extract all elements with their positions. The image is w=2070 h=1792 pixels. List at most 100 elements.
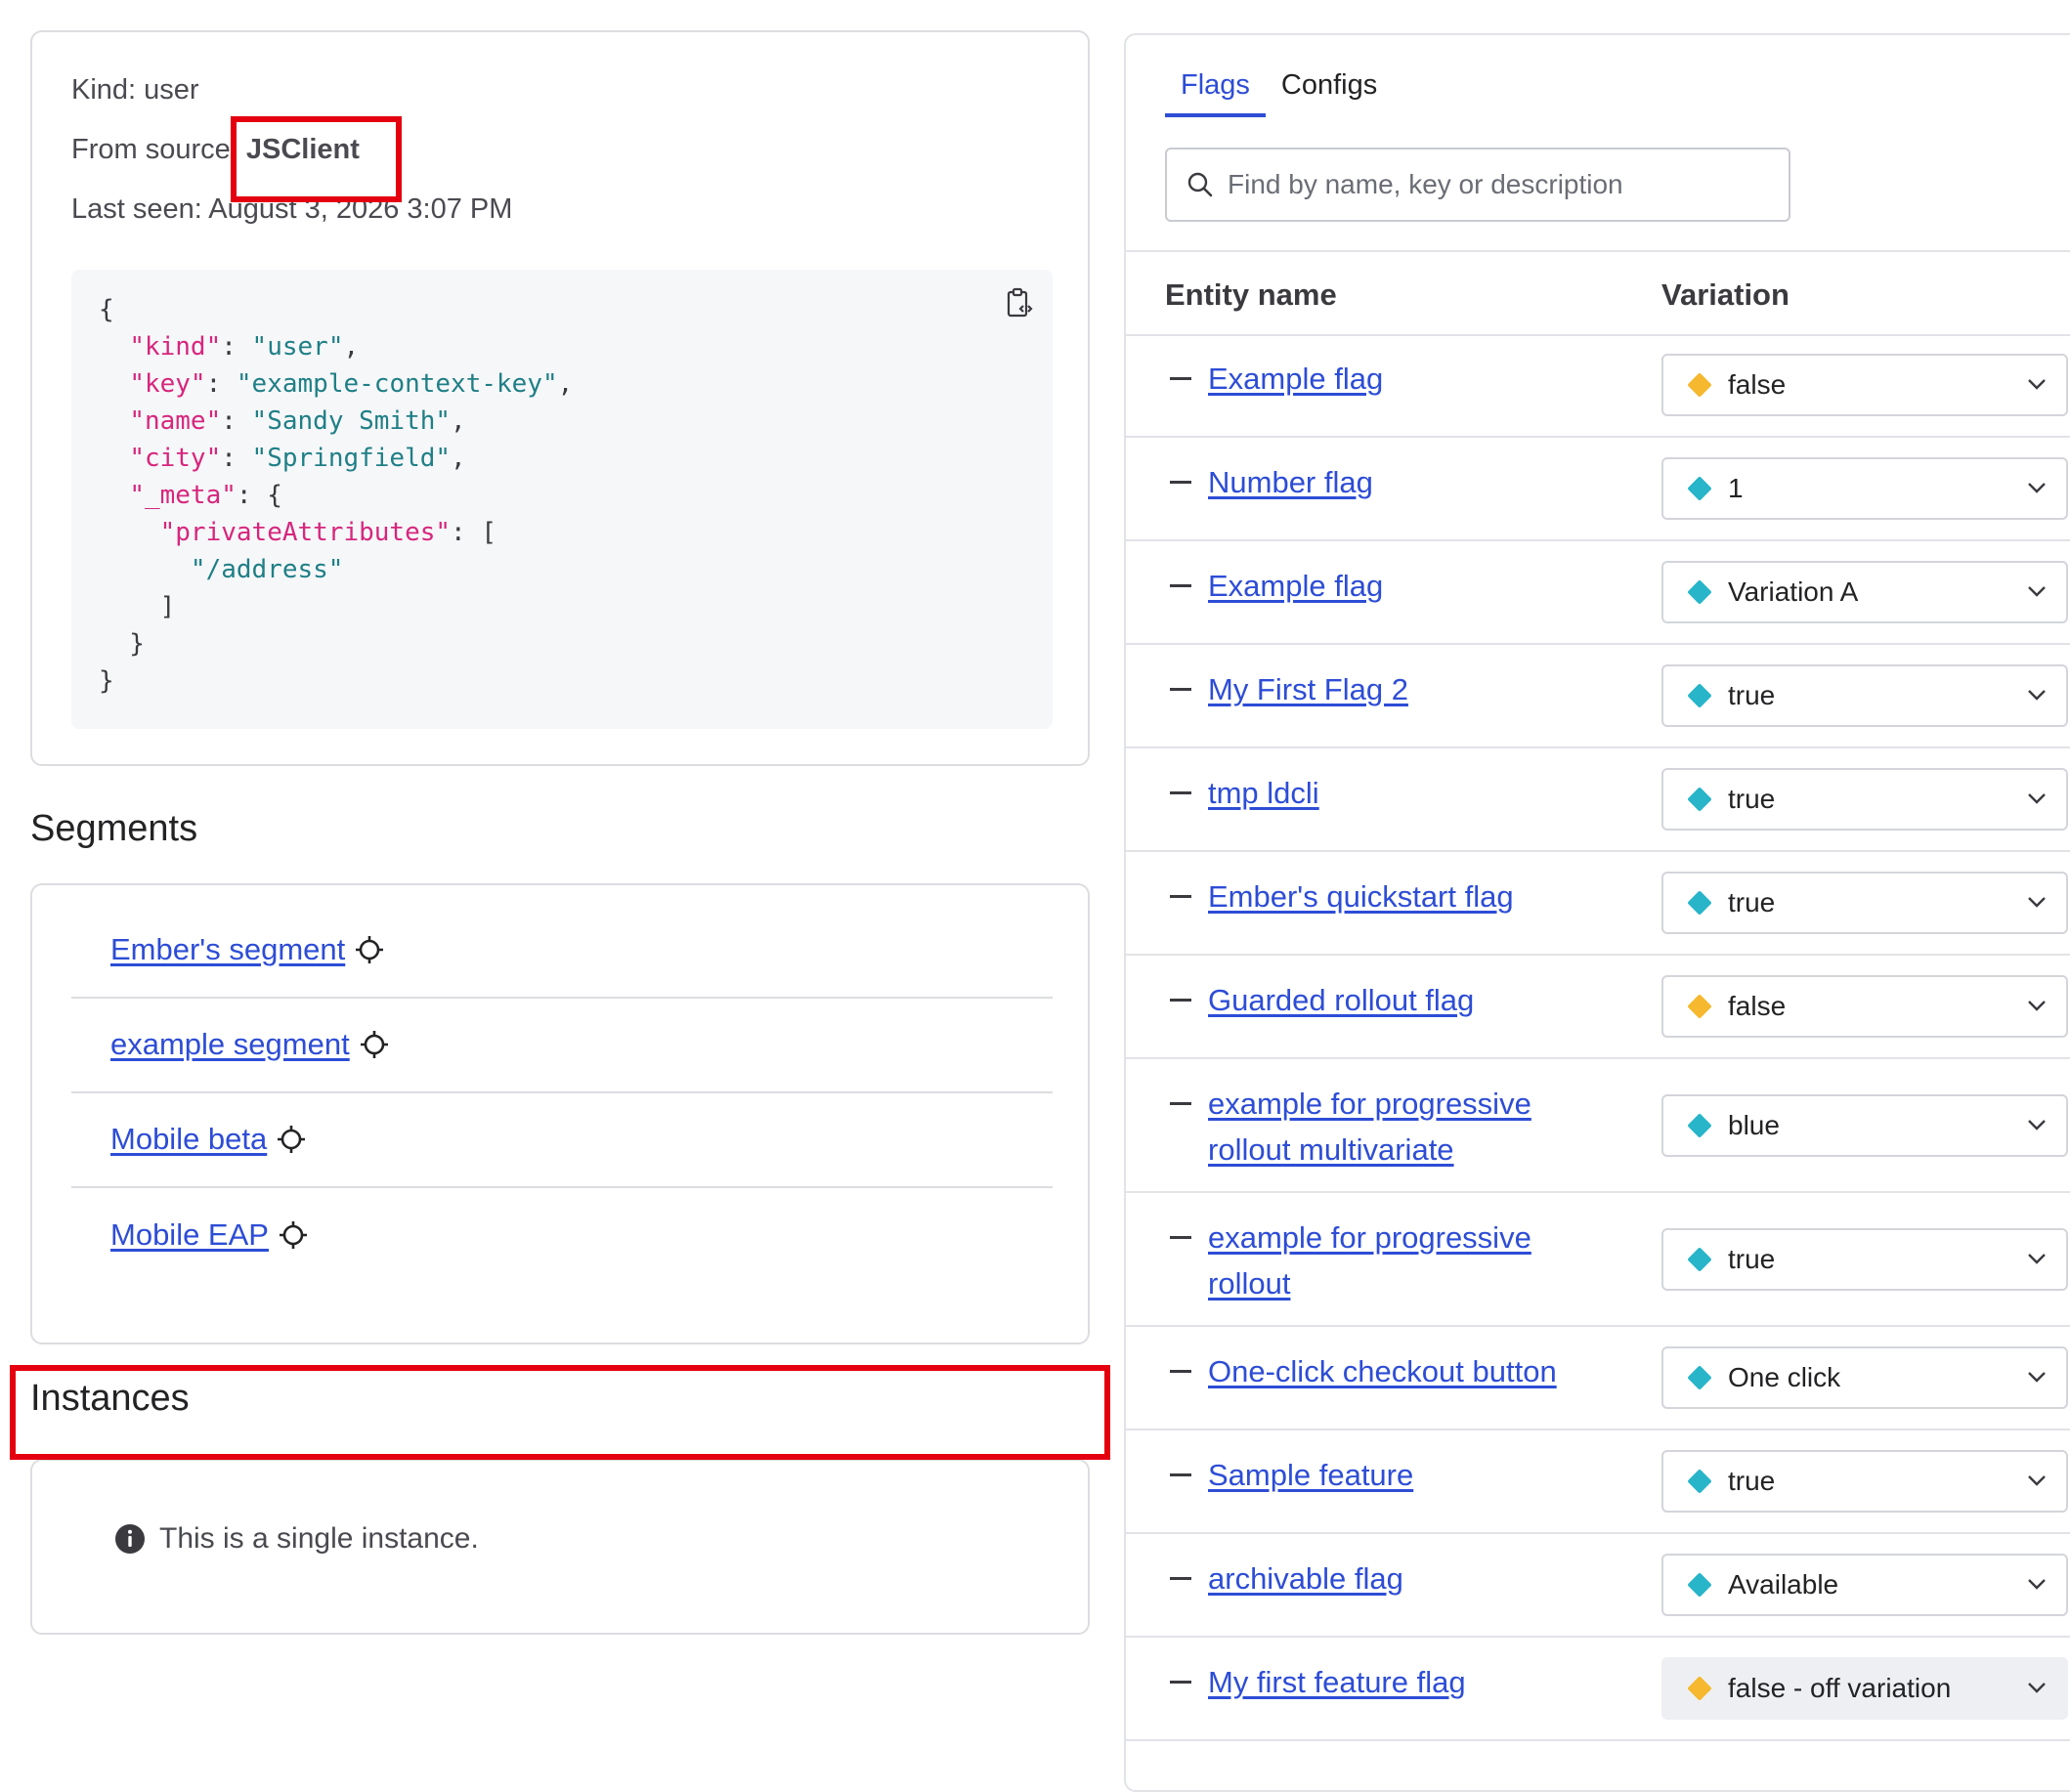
- flag-name-link[interactable]: Example flag: [1208, 563, 1599, 609]
- variation-select[interactable]: 1: [1661, 457, 2068, 520]
- instance-info-text: This is a single instance.: [159, 1522, 479, 1555]
- json-line: "privateAttributes": [: [99, 514, 573, 551]
- chevron-down-icon: [2028, 1683, 2046, 1693]
- variation-value: false - off variation: [1728, 1673, 1952, 1703]
- context-json-block: { "kind": "user", "key": "example-contex…: [71, 270, 1053, 729]
- variation-diamond-icon: [1687, 1246, 1712, 1272]
- flag-name-link[interactable]: Ember's quickstart flag: [1208, 874, 1599, 919]
- json-punctuation: :: [221, 332, 252, 362]
- variation-value: One click: [1728, 1362, 1841, 1392]
- json-key: "_meta": [129, 481, 237, 510]
- row-dash-icon: [1170, 791, 1191, 794]
- variation-select[interactable]: true: [1661, 664, 2068, 727]
- json-line: ]: [99, 588, 573, 625]
- variation-diamond-icon: [1687, 1572, 1712, 1598]
- json-punctuation: [99, 555, 191, 584]
- flag-name-link[interactable]: archivable flag: [1208, 1556, 1599, 1601]
- instances-heading: Instances: [30, 1378, 190, 1419]
- variation-select[interactable]: Variation A: [1661, 561, 2068, 623]
- chevron-down-icon: [2028, 1119, 2046, 1131]
- instances-card: This is a single instance.: [30, 1459, 1090, 1635]
- segment-link[interactable]: Ember's segment: [110, 932, 345, 967]
- flag-name-link[interactable]: tmp ldcli: [1208, 770, 1599, 816]
- segment-row: example segment: [71, 998, 1053, 1093]
- column-header-entity-name: Entity name: [1165, 277, 1337, 312]
- target-icon: [356, 936, 384, 963]
- variation-value: 1: [1728, 473, 1744, 503]
- json-punctuation: ,: [557, 369, 574, 399]
- target-icon: [279, 1221, 307, 1249]
- variation-value: true: [1728, 887, 1776, 917]
- chevron-down-icon: [2028, 1001, 2046, 1011]
- variation-select[interactable]: true: [1661, 1450, 2068, 1513]
- segments-heading: Segments: [30, 808, 198, 849]
- variation-select[interactable]: false: [1661, 354, 2068, 416]
- variation-select[interactable]: Available: [1661, 1554, 2068, 1616]
- json-punctuation: [99, 369, 129, 399]
- chevron-down-icon: [2028, 379, 2046, 390]
- context-source-value: JSClient: [245, 134, 360, 165]
- row-dash-icon: [1170, 1236, 1191, 1239]
- row-dash-icon: [1170, 688, 1191, 691]
- info-icon: [115, 1524, 145, 1554]
- tab-configs[interactable]: Configs: [1266, 69, 1393, 117]
- segment-link[interactable]: Mobile beta: [110, 1122, 267, 1157]
- row-dash-icon: [1170, 1473, 1191, 1476]
- variation-value: false: [1728, 991, 1787, 1021]
- flag-name-link[interactable]: Example flag: [1208, 356, 1599, 402]
- chevron-down-icon: [2028, 897, 2046, 908]
- segment-row: Mobile EAP: [71, 1187, 1053, 1283]
- chevron-down-icon: [2028, 690, 2046, 701]
- segment-row: Mobile beta: [71, 1092, 1053, 1188]
- flag-name-link[interactable]: My first feature flag: [1208, 1659, 1599, 1705]
- variation-select[interactable]: true: [1661, 768, 2068, 831]
- flag-row: tmp ldcli true: [1126, 748, 2070, 852]
- flags-tabs: Flags Configs: [1165, 69, 1393, 117]
- variation-select[interactable]: One click: [1661, 1346, 2068, 1409]
- json-punctuation: : {: [236, 481, 282, 510]
- variation-select[interactable]: false: [1661, 975, 2068, 1038]
- json-line: "_meta": {: [99, 477, 573, 514]
- json-punctuation: [99, 481, 129, 510]
- row-dash-icon: [1170, 1681, 1191, 1684]
- variation-select[interactable]: true: [1661, 872, 2068, 934]
- chevron-down-icon: [2028, 793, 2046, 804]
- flag-name-link[interactable]: Guarded rollout flag: [1208, 977, 1599, 1023]
- copy-json-button[interactable]: [1000, 283, 1039, 322]
- json-key: "key": [129, 369, 206, 399]
- instance-info: This is a single instance.: [114, 1522, 479, 1556]
- flag-name-link[interactable]: My First Flag 2: [1208, 666, 1599, 712]
- chevron-down-icon: [2028, 1372, 2046, 1383]
- json-punctuation: [99, 518, 160, 547]
- variation-diamond-icon: [1687, 683, 1712, 708]
- flag-name-link[interactable]: example for progressive rollout: [1208, 1215, 1599, 1306]
- flag-row: Example flag false: [1126, 334, 2070, 438]
- json-punctuation: }: [99, 666, 114, 696]
- json-string: "example-context-key": [236, 369, 558, 399]
- search-field[interactable]: [1165, 148, 1790, 222]
- row-dash-icon: [1170, 1102, 1191, 1105]
- flag-row: Ember's quickstart flag true: [1126, 852, 2070, 956]
- segments-card: Ember's segment example segment Mobile bet…: [30, 883, 1090, 1344]
- row-dash-icon: [1170, 584, 1191, 587]
- tab-flags[interactable]: Flags: [1165, 69, 1266, 117]
- search-input[interactable]: [1226, 168, 1777, 201]
- flag-name-link[interactable]: Sample feature: [1208, 1452, 1599, 1498]
- flag-name-link[interactable]: One-click checkout button: [1208, 1348, 1599, 1394]
- variation-select[interactable]: blue: [1661, 1093, 2068, 1157]
- flag-name-link[interactable]: example for progressive rollout multivar…: [1208, 1081, 1599, 1173]
- row-dash-icon: [1170, 377, 1191, 380]
- json-line: {: [99, 291, 573, 328]
- variation-value: true: [1728, 1466, 1776, 1496]
- variation-select[interactable]: false - off variation: [1661, 1657, 2068, 1720]
- json-key: "privateAttributes": [159, 518, 452, 547]
- json-key: "name": [129, 406, 222, 436]
- segment-link[interactable]: example segment: [110, 1027, 350, 1062]
- variation-select[interactable]: true: [1661, 1227, 2068, 1291]
- context-last-seen: Last seen: August 3, 2026 3:07 PM: [71, 193, 513, 225]
- flag-row: example for progressive rollout true: [1126, 1193, 2070, 1327]
- flag-name-link[interactable]: Number flag: [1208, 459, 1599, 505]
- segment-link[interactable]: Mobile EAP: [110, 1217, 269, 1253]
- flag-row: Guarded rollout flag false: [1126, 956, 2070, 1059]
- variation-diamond-icon: [1687, 1676, 1712, 1701]
